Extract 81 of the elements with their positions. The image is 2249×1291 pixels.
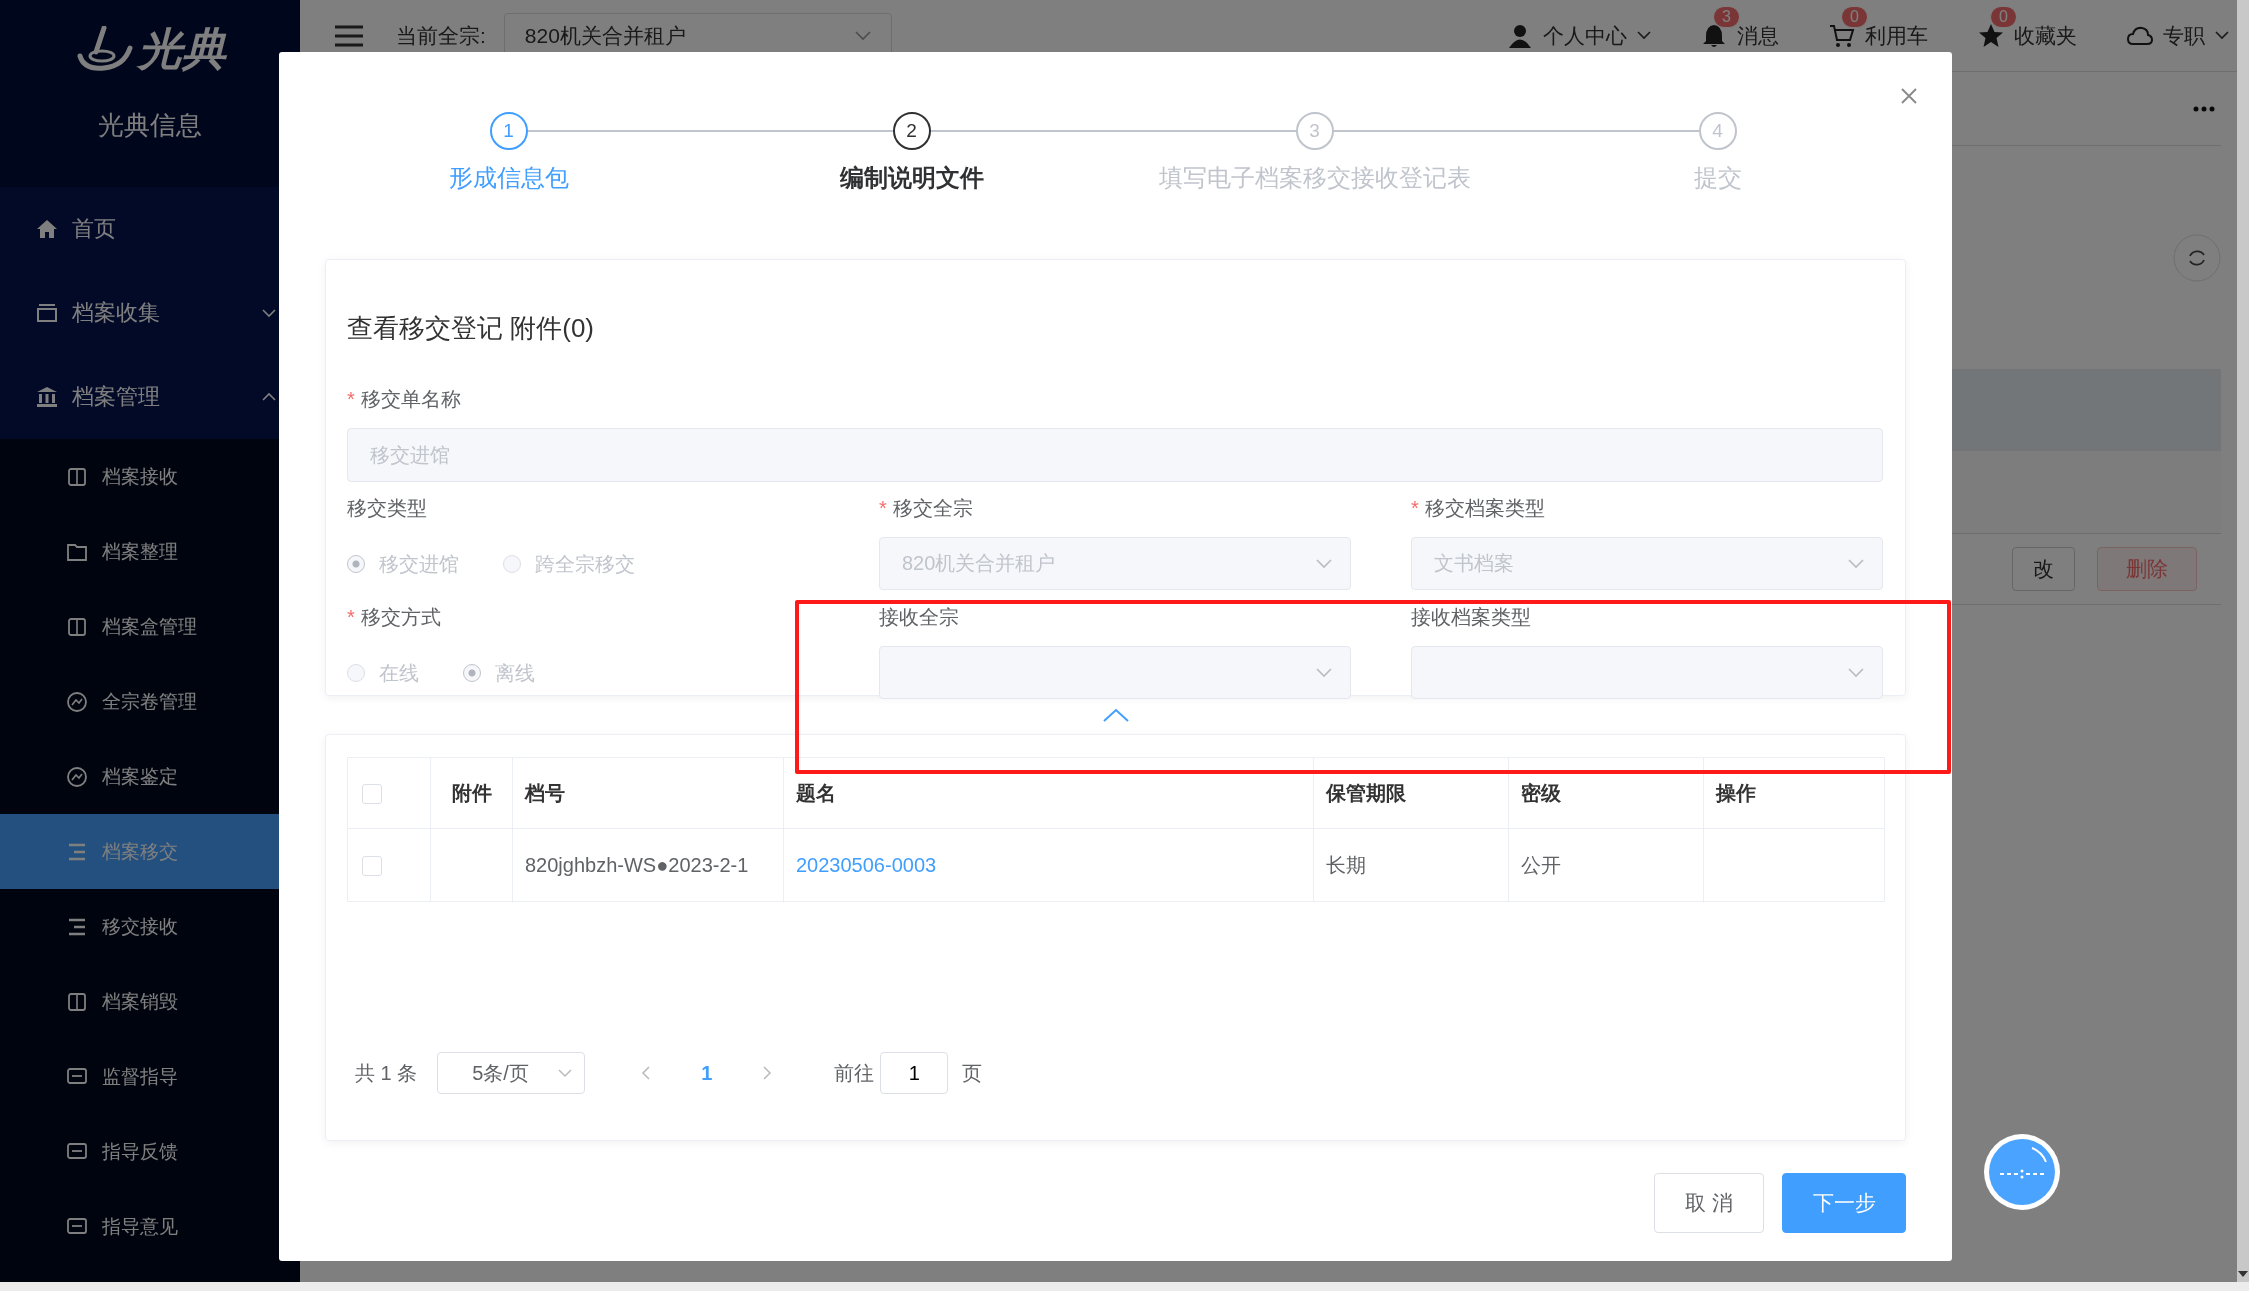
- bell-icon: [1701, 22, 1727, 49]
- close-icon[interactable]: [1900, 87, 1918, 105]
- column-header: 密级: [1521, 781, 1561, 804]
- menu-item-icon: [66, 615, 88, 638]
- refresh-icon[interactable]: [2173, 234, 2221, 282]
- star-icon: [1978, 22, 2004, 49]
- count-badge: 3: [1713, 5, 1740, 28]
- count-badge: 0: [1990, 5, 2017, 28]
- sidebar-item[interactable]: 档案销毁: [0, 964, 300, 1039]
- chevron-icon: [854, 30, 871, 41]
- column-header: 档号: [525, 781, 565, 804]
- column-header: 保管期限: [1326, 781, 1406, 804]
- user-icon: [1507, 22, 1533, 49]
- table-cell: 820jghbzh-WS●2023-2-1: [525, 853, 749, 876]
- next-button[interactable]: 下一步: [1782, 1173, 1906, 1233]
- collapse-icon[interactable]: [1101, 707, 1130, 723]
- sidebar-item[interactable]: 移交接收: [0, 889, 300, 964]
- step-title: 填写电子档案移交接收登记表: [1158, 163, 1471, 193]
- cart-icon: [1829, 22, 1855, 49]
- page-suffix: 页: [962, 1060, 983, 1086]
- field-label: * 移交全宗: [879, 496, 974, 521]
- fonds-label: 当前全宗:: [396, 22, 486, 49]
- sidebar-item[interactable]: 指导反馈: [0, 1114, 300, 1189]
- sidebar-item[interactable]: 档案整理: [0, 514, 300, 589]
- table-cell: 公开: [1521, 853, 1561, 876]
- count-badge: 0: [1841, 5, 1868, 28]
- field-label: 接收全宗: [879, 605, 960, 630]
- action-button[interactable]: 改: [2012, 547, 2075, 591]
- page-number[interactable]: 1: [683, 1061, 731, 1085]
- chevron-icon: [1316, 667, 1332, 678]
- step-title: 编制说明文件: [839, 163, 984, 193]
- sidebar-item[interactable]: 档案鉴定: [0, 739, 300, 814]
- scroll-down-icon[interactable]: [2237, 1270, 2249, 1278]
- page-input[interactable]: 1: [880, 1052, 949, 1094]
- field-label: 接收档案类型: [1411, 605, 1532, 630]
- total-count: 共 1 条: [355, 1060, 418, 1086]
- home-icon: [36, 218, 58, 240]
- menu-item-icon: [66, 765, 88, 788]
- column-header: 操作: [1716, 781, 1756, 804]
- field-label: * 移交档案类型: [1411, 496, 1546, 521]
- field-label: 移交类型: [347, 496, 428, 521]
- cancel-button[interactable]: 取 消: [1654, 1173, 1764, 1233]
- goto-label: 前往: [834, 1060, 875, 1086]
- clock-widget-icon[interactable]: [1982, 1132, 2062, 1212]
- chevron-icon: [1316, 558, 1332, 569]
- header-action[interactable]: 个人中心: [1507, 21, 1651, 50]
- table-cell: 长期: [1326, 853, 1366, 876]
- tray-icon: [36, 302, 58, 324]
- sidebar-item[interactable]: 档案盒管理: [0, 589, 300, 664]
- menu-icon[interactable]: [334, 23, 364, 48]
- checkbox[interactable]: [362, 784, 382, 805]
- sidebar-item[interactable]: 全宗卷管理: [0, 664, 300, 739]
- form-title: 查看移交登记 附件(0): [347, 312, 595, 345]
- column-header: 附件: [451, 781, 492, 804]
- step-number: 2: [892, 112, 931, 150]
- header-action[interactable]: 专职: [2127, 21, 2229, 50]
- field-label: * 移交方式: [347, 605, 442, 630]
- more-icon[interactable]: [2193, 105, 2215, 112]
- menu-item-icon: [66, 465, 88, 488]
- column-header: 题名: [796, 781, 836, 804]
- chevron-icon: [1848, 558, 1864, 569]
- logo-text: 光典: [138, 22, 226, 75]
- menu-item-icon: [66, 990, 88, 1013]
- sidebar-item[interactable]: 档案接收: [0, 439, 300, 514]
- menu-item-icon: [66, 690, 88, 713]
- title-link[interactable]: 20230506-0003: [796, 853, 937, 876]
- step-number: 1: [489, 112, 528, 150]
- step-title: 形成信息包: [448, 163, 569, 193]
- previous-page-icon[interactable]: [641, 1065, 652, 1081]
- step-number: 4: [1698, 112, 1737, 150]
- bank-icon: [36, 386, 58, 408]
- step-number: 3: [1295, 112, 1334, 150]
- page-size-select[interactable]: 5条/页: [437, 1052, 586, 1094]
- chevron-icon: [558, 1068, 573, 1078]
- field-label: * 移交单名称: [347, 387, 462, 412]
- sidebar-item[interactable]: 监督指导: [0, 1039, 300, 1114]
- chevron-icon: [1848, 667, 1864, 678]
- step-title: 提交: [1693, 163, 1742, 193]
- checkbox[interactable]: [362, 856, 382, 877]
- next-page-icon[interactable]: [762, 1065, 773, 1081]
- sidebar-item[interactable]: 指导意见: [0, 1189, 300, 1264]
